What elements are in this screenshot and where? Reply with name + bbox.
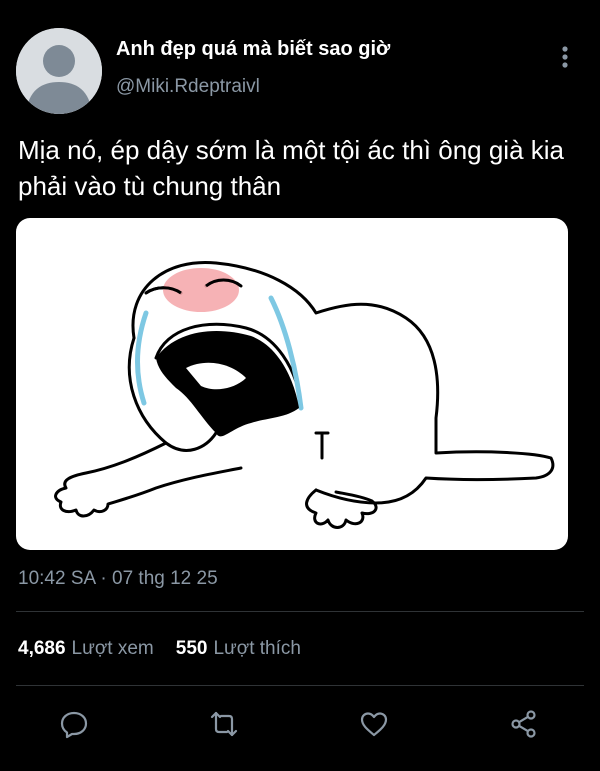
reply-icon[interactable] [56, 706, 92, 742]
views-label[interactable]: Lượt xem [72, 638, 154, 659]
tweet-text: Mịa nó, ép dậy sớm là một tội ác thì ông… [18, 135, 564, 201]
tweet-timestamp[interactable]: 10:42 SA · 07 thg 12 25 [18, 568, 218, 590]
tweet-media-image[interactable] [16, 218, 568, 550]
tweet-date: 07 thg 12 25 [112, 568, 218, 589]
author-display-name[interactable]: Anh đẹp quá mà biết sao giờ [116, 38, 390, 61]
likes-label[interactable]: Lượt thích [213, 638, 301, 659]
divider [16, 611, 584, 612]
crying-meme-drawing [54, 260, 555, 529]
default-avatar-icon [16, 28, 102, 114]
retweet-icon[interactable] [206, 706, 242, 742]
tweet-time: 10:42 SA [18, 568, 96, 589]
views-count[interactable]: 4,686 [18, 638, 66, 659]
like-icon[interactable] [356, 706, 392, 742]
more-options-icon[interactable] [552, 42, 578, 72]
share-icon[interactable] [506, 706, 542, 742]
author-handle[interactable]: @Miki.Rdeptraivl [116, 76, 260, 98]
avatar[interactable] [16, 28, 102, 114]
timestamp-separator: · [95, 568, 113, 589]
likes-count[interactable]: 550 [176, 638, 208, 659]
tweet-stats: 4,686 Lượt xem 550 Lượt thích [18, 638, 301, 660]
divider [16, 685, 584, 686]
